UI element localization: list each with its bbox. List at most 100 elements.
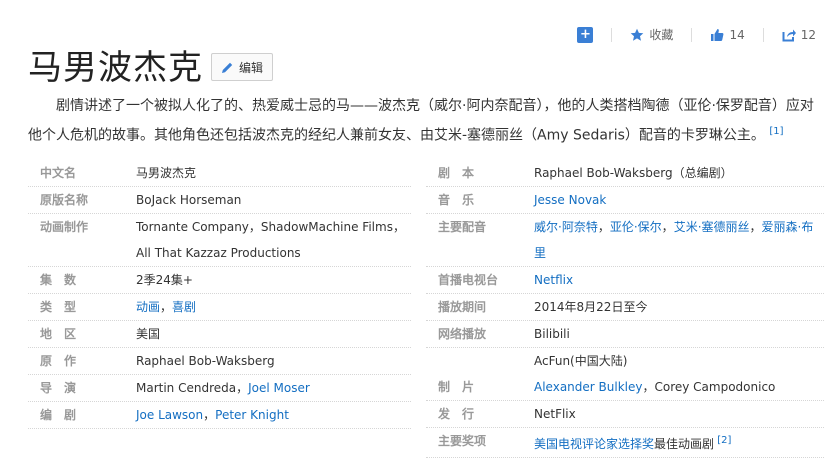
info-value: 威尔·阿奈特，亚伦·保尔，艾米·塞德丽丝，爱丽森·布里: [534, 214, 824, 266]
info-value: 马男波杰克: [136, 160, 411, 186]
info-text: ，Corey Campodonico: [642, 380, 776, 394]
summary: 剧情讲述了一个被拟人化了的、热爱威士忌的马——波杰克（威尔·阿内奈配音），他的人…: [28, 93, 824, 149]
edit-label: 编辑: [239, 60, 264, 75]
info-link[interactable]: Jesse Novak: [534, 193, 606, 207]
share-icon: [782, 29, 796, 41]
info-text: NetFlix: [534, 407, 576, 421]
collect-label: 收藏: [649, 28, 674, 42]
info-link[interactable]: 美国电视评论家选择奖: [534, 437, 654, 451]
info-row: 中文名 马男波杰克: [28, 160, 411, 187]
info-value: 美国: [136, 321, 411, 347]
info-text: 最佳动画剧: [654, 437, 715, 451]
info-row: 动画制作 Tornante Company，ShadowMachine Films…: [28, 214, 411, 267]
info-key: 集 数: [40, 273, 77, 287]
info-value: 动画，喜剧: [136, 294, 411, 320]
info-link[interactable]: 威尔·阿奈特: [534, 220, 598, 234]
info-value: Martin Cendreda，Joel Moser: [136, 375, 411, 401]
summary-paragraph: 剧情讲述了一个被拟人化了的、热爱威士忌的马——波杰克（威尔·阿内奈配音），他的人…: [28, 93, 824, 149]
info-text: Raphael Bob-Waksberg（总编剧）: [534, 166, 733, 180]
collect-button[interactable]: 收藏: [630, 26, 673, 43]
info-link[interactable]: Peter Knight: [215, 408, 289, 422]
info-text: Bilibili: [534, 327, 570, 341]
divider: [691, 27, 693, 42]
info-value: 美国电视评论家选择奖最佳动画剧 [2]: [534, 428, 824, 457]
info-row: 原 作 Raphael Bob-Waksberg: [28, 348, 411, 375]
info-row: 地 区 美国: [28, 321, 411, 348]
info-value: NetFlix: [534, 401, 824, 427]
like-button[interactable]: 14: [710, 27, 745, 42]
info-link[interactable]: 亚伦·保尔: [610, 220, 662, 234]
info-link[interactable]: 艾米·塞德丽丝: [674, 220, 750, 234]
info-key: 发 行: [438, 407, 475, 421]
separator: ，: [749, 220, 762, 234]
info-value: 2014年8月22日至今: [534, 294, 824, 320]
info-key: 剧 本: [438, 166, 475, 180]
info-row: 音 乐 Jesse Novak: [426, 187, 824, 214]
info-text: BoJack Horseman: [136, 193, 242, 207]
info-row: 导 演 Martin Cendreda，Joel Moser: [28, 375, 411, 402]
top-actions: + 收藏 14 12: [577, 26, 816, 43]
info-value: BoJack Horseman: [136, 187, 411, 213]
info-key: 制 片: [438, 380, 475, 394]
info-right-column: 剧 本 Raphael Bob-Waksberg（总编剧） 音 乐 Jesse Nov…: [426, 160, 824, 458]
info-row: 集 数 2季24集+: [28, 267, 411, 294]
edit-button[interactable]: 编辑: [211, 53, 274, 81]
info-text: Raphael Bob-Waksberg: [136, 354, 275, 368]
info-row: 类 型 动画，喜剧: [28, 294, 411, 321]
share-count: 12: [800, 27, 816, 42]
separator: ，: [661, 220, 674, 234]
info-link[interactable]: Joel Moser: [248, 381, 310, 395]
pencil-icon: [222, 62, 233, 73]
info-key: 主要配音: [438, 220, 487, 234]
info-key: 网络播放: [438, 327, 487, 341]
info-value: Jesse Novak: [534, 187, 824, 213]
info-key: 原 作: [40, 354, 77, 368]
info-row: 编 剧 Joe Lawson，Peter Knight: [28, 402, 411, 429]
info-key: 中文名: [40, 166, 77, 180]
info-text: 2014年8月22日至今: [534, 300, 648, 314]
citation-link[interactable]: [2]: [714, 435, 731, 446]
info-text: AcFun(中国大陆): [534, 354, 628, 368]
info-row: 剧 本 Raphael Bob-Waksberg（总编剧）: [426, 160, 824, 187]
info-value: Joe Lawson，Peter Knight: [136, 402, 411, 428]
info-key: 主要奖项: [438, 434, 487, 448]
page-title: 马男波杰克: [28, 48, 203, 88]
summary-text: 剧情讲述了一个被拟人化了的、热爱威士忌的马——波杰克（威尔·阿内奈配音），他的人…: [28, 98, 814, 144]
divider: [762, 27, 764, 42]
info-row: AcFun(中国大陆): [426, 348, 824, 374]
add-icon[interactable]: +: [577, 26, 594, 43]
info-value: Alexander Bulkley，Corey Campodonico: [534, 374, 824, 400]
info-row: 播放期间 2014年8月22日至今: [426, 294, 824, 321]
info-row: 制 片 Alexander Bulkley，Corey Campodonico: [426, 374, 824, 401]
info-key: 导 演: [40, 381, 77, 395]
info-value: Tornante Company，ShadowMachine Films，All…: [136, 214, 411, 266]
info-text: 2季24集+: [136, 273, 193, 287]
info-row: 主要配音 威尔·阿奈特，亚伦·保尔，艾米·塞德丽丝，爱丽森·布里: [426, 214, 824, 267]
share-button[interactable]: 12: [782, 28, 816, 42]
info-text: 美国: [136, 327, 161, 341]
info-link[interactable]: 动画: [136, 300, 160, 314]
info-value: Bilibili: [534, 321, 824, 347]
info-link[interactable]: Alexander Bulkley: [534, 380, 642, 394]
info-key: [426, 348, 534, 374]
separator: ，: [160, 300, 173, 314]
info-value: AcFun(中国大陆): [534, 348, 824, 374]
info-row: 原版名称 BoJack Horseman: [28, 187, 411, 214]
info-key: 类 型: [40, 300, 77, 314]
info-key: 地 区: [40, 327, 77, 341]
info-link[interactable]: Netflix: [534, 273, 573, 287]
info-key: 播放期间: [438, 300, 487, 314]
summary-ref-link[interactable]: [1]: [769, 126, 783, 137]
divider: [611, 27, 613, 42]
separator: ，: [597, 220, 610, 234]
like-count: 14: [729, 27, 745, 42]
info-link[interactable]: Joe Lawson: [136, 408, 203, 422]
star-icon: [631, 28, 644, 41]
info-key: 动画制作: [40, 220, 89, 234]
info-text: 马男波杰克: [136, 166, 197, 180]
info-link[interactable]: 喜剧: [172, 300, 196, 314]
info-left-column: 中文名 马男波杰克原版名称 BoJack Horseman 动画制作 Tornante …: [28, 160, 411, 429]
info-row: 发 行 NetFlix: [426, 401, 824, 428]
info-key: 音 乐: [438, 193, 475, 207]
info-row: 主要奖项 美国电视评论家选择奖最佳动画剧 [2]: [426, 428, 824, 458]
